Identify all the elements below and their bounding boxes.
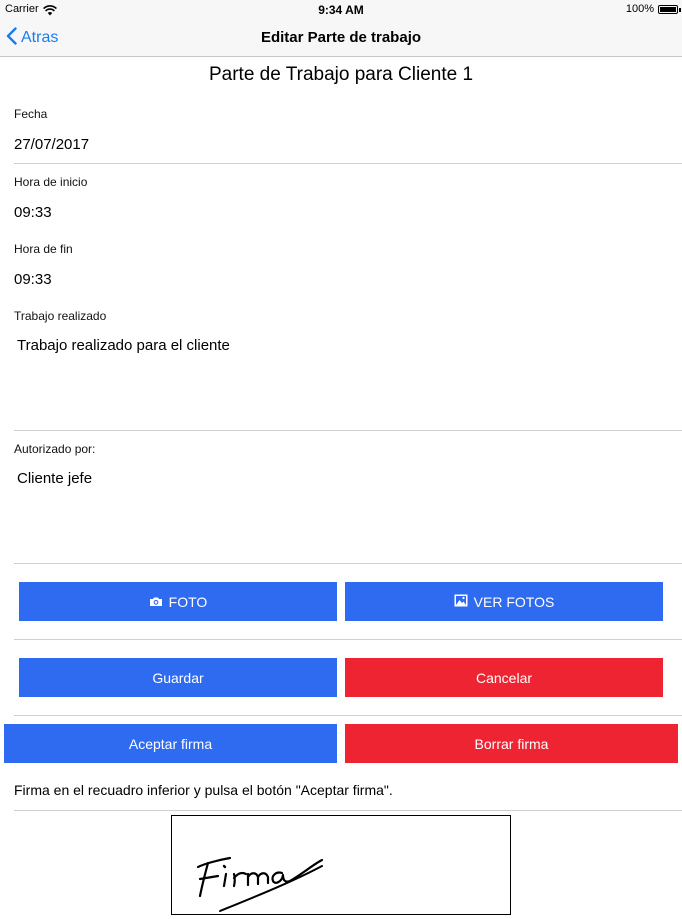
divider	[14, 639, 682, 640]
fecha-field[interactable]: 27/07/2017	[14, 136, 89, 153]
aceptar-firma-button[interactable]: Aceptar firma	[4, 724, 337, 763]
guardar-label: Guardar	[152, 669, 204, 686]
divider	[14, 715, 682, 716]
borrar-firma-button[interactable]: Borrar firma	[345, 724, 678, 763]
ver-fotos-label: VER FOTOS	[473, 593, 555, 610]
ver-fotos-button[interactable]: VER FOTOS	[345, 582, 663, 621]
guardar-button[interactable]: Guardar	[19, 658, 337, 697]
signature-pad[interactable]	[171, 815, 511, 915]
camera-icon	[149, 594, 169, 610]
hora-fin-field[interactable]: 09:33	[14, 271, 52, 288]
battery-nub	[679, 8, 681, 12]
status-time: 9:34 AM	[318, 3, 364, 17]
foto-button[interactable]: FOTO	[19, 582, 337, 621]
battery-percent: 100%	[625, 3, 654, 15]
autorizado-textarea[interactable]: Cliente jefe	[17, 470, 92, 487]
hora-fin-label: Hora de fin	[14, 242, 73, 256]
battery-icon	[658, 5, 678, 14]
divider	[14, 810, 682, 811]
foto-label: FOTO	[168, 593, 208, 610]
hora-inicio-label: Hora de inicio	[14, 175, 88, 189]
trabajo-label: Trabajo realizado	[14, 309, 107, 323]
cancelar-button[interactable]: Cancelar	[345, 658, 663, 697]
divider	[14, 563, 682, 564]
nav-title: Editar Parte de trabajo	[260, 29, 422, 46]
page-title: Parte de Trabajo para Cliente 1	[208, 64, 474, 85]
divider	[14, 163, 682, 164]
autorizado-label: Autorizado por:	[14, 442, 96, 456]
handwritten-signature	[196, 856, 324, 912]
hora-inicio-field[interactable]: 09:33	[14, 204, 52, 221]
image-icon	[454, 594, 474, 610]
fecha-label: Fecha	[14, 107, 48, 121]
divider	[14, 430, 682, 431]
borrar-firma-label: Borrar firma	[474, 735, 549, 752]
signature-instruction: Firma en el recuadro inferior y pulsa el…	[14, 782, 393, 798]
trabajo-textarea[interactable]: Trabajo realizado para el cliente	[17, 337, 230, 354]
aceptar-firma-label: Aceptar firma	[128, 735, 213, 752]
cancelar-label: Cancelar	[475, 669, 533, 686]
